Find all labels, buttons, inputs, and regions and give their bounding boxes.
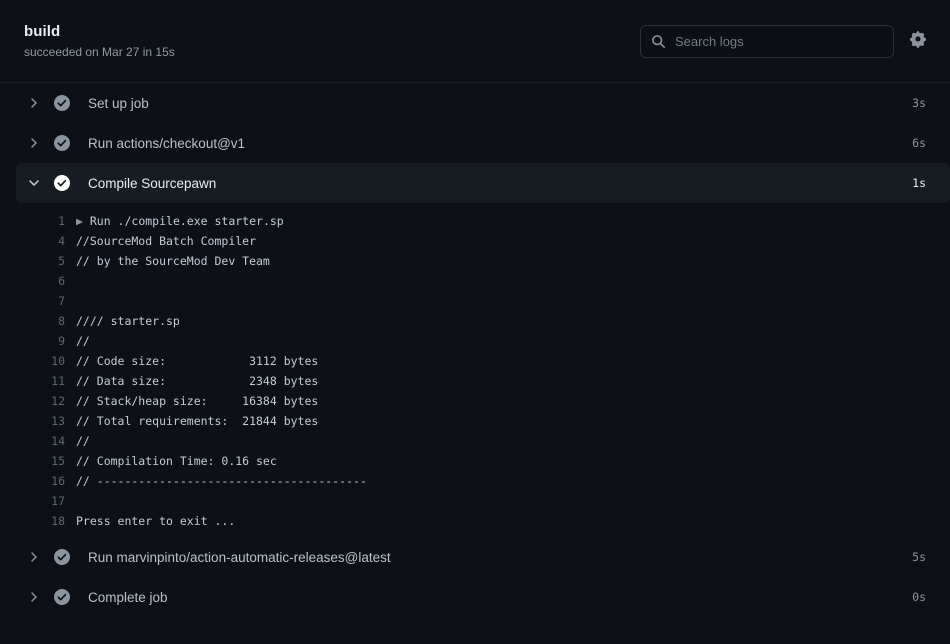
chevron-right-icon[interactable] bbox=[26, 135, 42, 151]
chevron-right-icon[interactable] bbox=[26, 589, 42, 605]
steps-list: Set up job 3s Run actions/checkout@v1 6s bbox=[0, 83, 950, 617]
log-line: 4 //SourceMod Batch Compiler bbox=[0, 231, 950, 251]
log-line-number: 8 bbox=[58, 314, 65, 328]
log-line-number: 11 bbox=[51, 374, 65, 388]
log-line-text: //SourceMod Batch Compiler bbox=[76, 234, 257, 248]
log-line-text: // Stack/heap size: 16384 bytes bbox=[76, 394, 319, 408]
step-row-expanded[interactable]: Compile Sourcepawn 1s bbox=[16, 163, 950, 203]
job-status-subtitle: succeeded on Mar 27 in 15s bbox=[24, 44, 175, 59]
step-label: Complete job bbox=[88, 589, 168, 605]
step-row[interactable]: Run marvinpinto/action-automatic-release… bbox=[16, 537, 950, 577]
status-success-icon bbox=[54, 549, 70, 565]
log-line: 13 // Total requirements: 21844 bytes bbox=[0, 411, 950, 431]
log-line: 17 bbox=[0, 491, 950, 511]
log-line-number: 1 bbox=[58, 214, 65, 228]
chevron-down-icon[interactable] bbox=[26, 175, 42, 191]
header-actions bbox=[640, 24, 930, 58]
log-line-number: 6 bbox=[58, 274, 65, 288]
log-line-number: 12 bbox=[51, 394, 65, 408]
log-line: 1 ▶ Run ./compile.exe starter.sp bbox=[0, 211, 950, 231]
log-line: 14 // bbox=[0, 431, 950, 451]
step-label: Run marvinpinto/action-automatic-release… bbox=[88, 549, 391, 565]
page-title: build bbox=[24, 22, 61, 40]
log-line-text: // by the SourceMod Dev Team bbox=[76, 254, 270, 268]
job-header: build succeeded on Mar 27 in 15s bbox=[0, 0, 950, 83]
log-group-toggle-icon[interactable]: ▶ bbox=[76, 214, 90, 228]
step-row[interactable]: Set up job 3s bbox=[16, 83, 950, 123]
log-line-number: 18 bbox=[51, 514, 65, 528]
search-icon bbox=[651, 34, 666, 49]
log-line: 8 //// starter.sp bbox=[0, 311, 950, 331]
log-line-number: 10 bbox=[51, 354, 65, 368]
log-line-number: 15 bbox=[51, 454, 65, 468]
step-duration: 6s bbox=[912, 136, 926, 150]
status-success-icon bbox=[54, 589, 70, 605]
log-line: 10 // Code size: 3112 bytes bbox=[0, 351, 950, 371]
step-label: Run actions/checkout@v1 bbox=[88, 135, 246, 151]
settings-button[interactable] bbox=[906, 29, 930, 53]
log-line: 6 bbox=[0, 271, 950, 291]
log-line-number: 17 bbox=[51, 494, 65, 508]
chevron-right-icon[interactable] bbox=[26, 549, 42, 565]
log-line-text: // bbox=[76, 334, 90, 348]
log-line-text: // -------------------------------------… bbox=[76, 474, 367, 488]
status-success-icon bbox=[54, 95, 70, 111]
step-duration: 0s bbox=[912, 590, 926, 604]
log-line-number: 9 bbox=[58, 334, 65, 348]
log-line: 16 // -----------------------------------… bbox=[0, 471, 950, 491]
status-success-icon bbox=[54, 175, 70, 191]
log-line-number: 14 bbox=[51, 434, 65, 448]
job-header-titles: build succeeded on Mar 27 in 15s bbox=[24, 23, 175, 60]
search-input[interactable] bbox=[675, 33, 883, 49]
log-line-text: // Code size: 3112 bytes bbox=[76, 354, 319, 368]
log-line-number: 13 bbox=[51, 414, 65, 428]
log-line-text: Press enter to exit ... bbox=[76, 514, 236, 528]
log-line: 9 // bbox=[0, 331, 950, 351]
step-duration: 3s bbox=[912, 96, 926, 110]
step-row[interactable]: Complete job 0s bbox=[16, 577, 950, 617]
log-line-number: 7 bbox=[58, 294, 65, 308]
log-line-number: 16 bbox=[51, 474, 65, 488]
step-duration: 1s bbox=[912, 176, 926, 190]
log-line: 18 Press enter to exit ... bbox=[0, 511, 950, 531]
search-logs-box[interactable] bbox=[640, 24, 894, 58]
log-line: 15 // Compilation Time: 0.16 sec bbox=[0, 451, 950, 471]
log-line-text: // bbox=[76, 434, 90, 448]
step-label: Compile Sourcepawn bbox=[88, 175, 217, 191]
log-line-number: 5 bbox=[58, 254, 65, 268]
step-duration: 5s bbox=[912, 550, 926, 564]
step-row[interactable]: Run actions/checkout@v1 6s bbox=[16, 123, 950, 163]
log-line-text: // Compilation Time: 0.16 sec bbox=[76, 454, 277, 468]
log-line-text: // Total requirements: 21844 bytes bbox=[76, 414, 319, 428]
log-line-text: ▶ Run ./compile.exe starter.sp bbox=[76, 214, 284, 228]
step-label: Set up job bbox=[88, 95, 149, 111]
log-line: 12 // Stack/heap size: 16384 bytes bbox=[0, 391, 950, 411]
chevron-right-icon[interactable] bbox=[26, 95, 42, 111]
status-success-icon bbox=[54, 135, 70, 151]
log-line-text: // Data size: 2348 bytes bbox=[76, 374, 319, 388]
log-line: 11 // Data size: 2348 bytes bbox=[0, 371, 950, 391]
log-line: 5 // by the SourceMod Dev Team bbox=[0, 251, 950, 271]
log-line-number: 4 bbox=[58, 234, 65, 248]
log-output: 1 ▶ Run ./compile.exe starter.sp 4 //Source… bbox=[0, 203, 950, 537]
log-line: 7 bbox=[0, 291, 950, 311]
gear-icon bbox=[909, 31, 927, 51]
log-line-text: //// starter.sp bbox=[76, 314, 180, 328]
